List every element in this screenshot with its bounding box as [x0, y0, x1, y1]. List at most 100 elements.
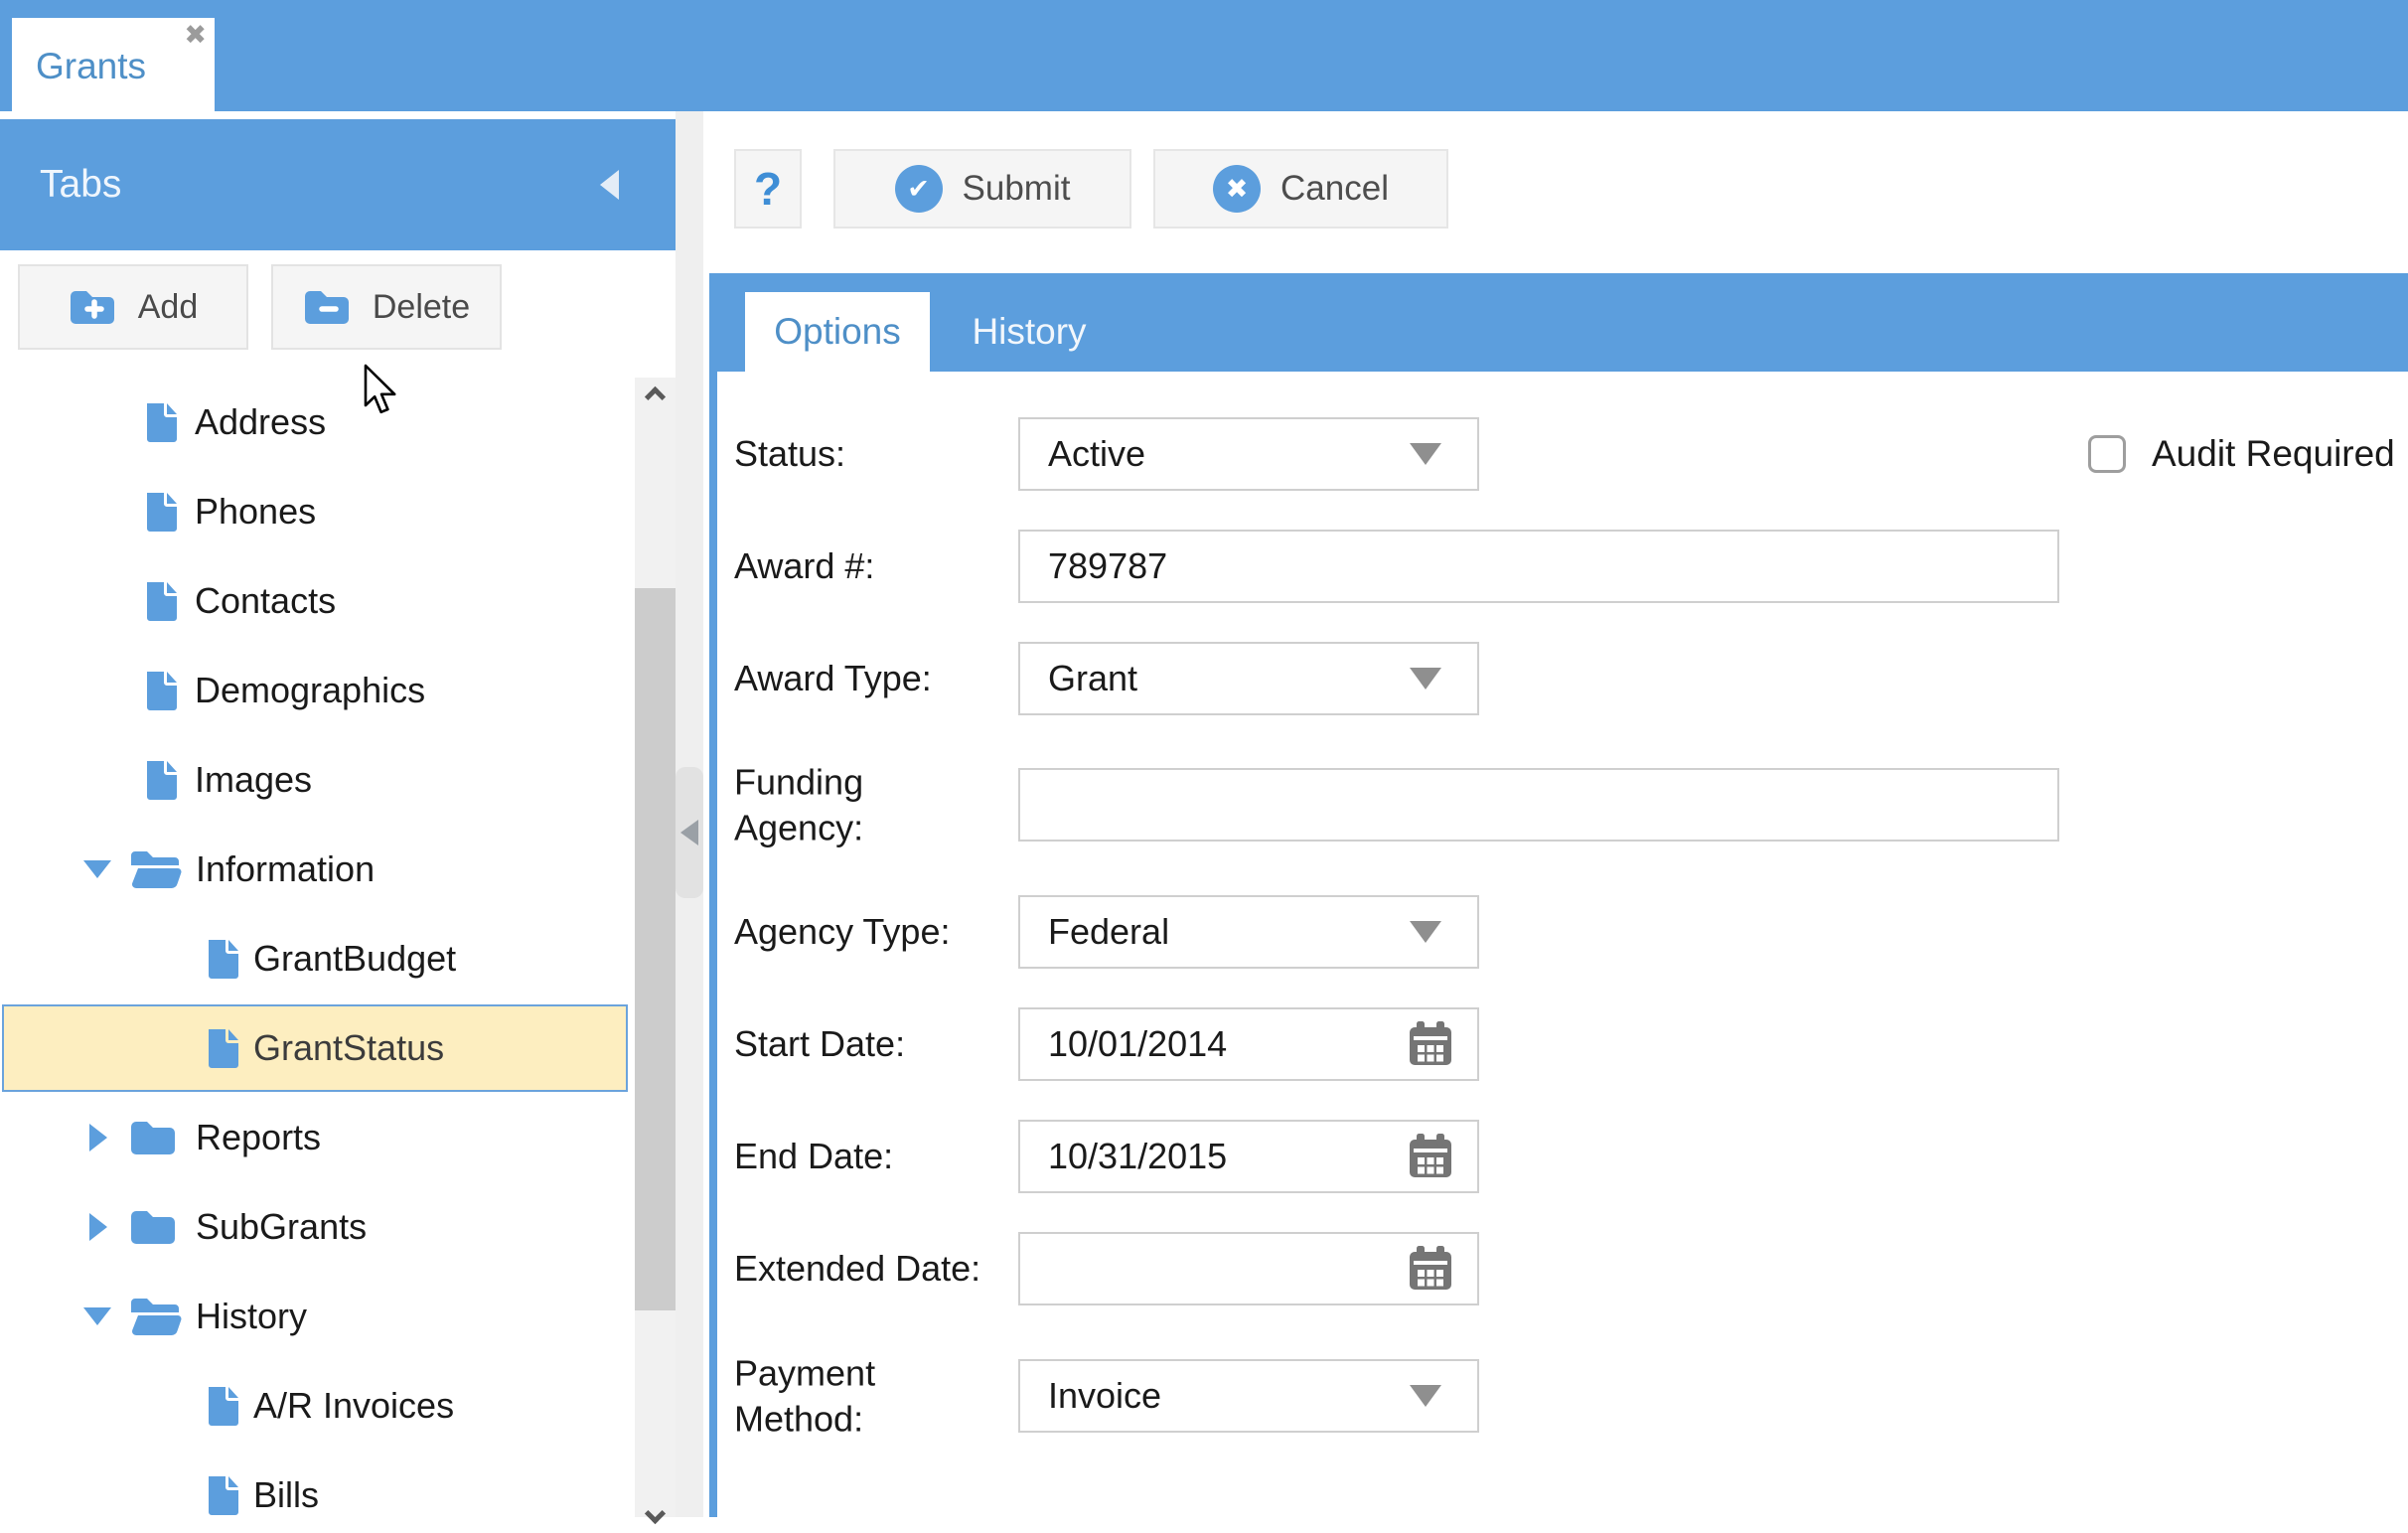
- dropdown-value: Active: [1048, 433, 1146, 474]
- tree-item-history[interactable]: History: [0, 1272, 635, 1361]
- splitter-handle[interactable]: [676, 767, 703, 898]
- tab-options-label: Options: [774, 311, 901, 352]
- tree-item-demographics[interactable]: Demographics: [0, 646, 635, 735]
- check-circle-icon: ✔: [894, 165, 943, 213]
- chevron-down-icon: [1410, 921, 1441, 943]
- tree-item-address[interactable]: Address: [0, 378, 635, 467]
- tree-item-label: History: [196, 1296, 308, 1336]
- document-icon: [209, 940, 238, 979]
- sidebar-title: Tabs: [40, 163, 122, 206]
- document-icon: [147, 403, 177, 442]
- form-row-end-date: End Date: 10/31/2015: [717, 1120, 2408, 1193]
- document-icon: [209, 1387, 238, 1426]
- form-row-award: Award #: 789787: [717, 530, 2408, 603]
- scroll-up-icon[interactable]: [635, 378, 676, 417]
- form-row-start-date: Start Date: 10/01/2014: [717, 1007, 2408, 1081]
- tree-item-phones[interactable]: Phones: [0, 467, 635, 556]
- field-label: Payment Method:: [734, 1352, 876, 1439]
- form-row-award-type: Award Type: Grant: [717, 642, 2408, 715]
- tree-item-grantbudget[interactable]: GrantBudget: [0, 914, 635, 1003]
- form-area: Audit Required Status: Active Award #: 7897…: [717, 372, 2408, 1517]
- submit-button[interactable]: ✔ Submit: [833, 149, 1131, 229]
- tree-item-bills[interactable]: Bills: [0, 1451, 635, 1517]
- delete-button-label: Delete: [372, 287, 471, 326]
- folder-icon: [131, 1122, 175, 1154]
- folder-minus-icon: [304, 291, 349, 324]
- agency-type-dropdown[interactable]: Federal: [1018, 895, 1479, 969]
- main-tab-bar: Options History: [717, 273, 2408, 372]
- start-date-input[interactable]: 10/01/2014: [1018, 1007, 1479, 1081]
- tree-item-label: SubGrants: [196, 1206, 368, 1247]
- add-button[interactable]: Add: [18, 264, 248, 350]
- window-tab-title: Grants: [36, 46, 147, 86]
- tab-options[interactable]: Options: [745, 292, 930, 372]
- extended-date-input[interactable]: [1018, 1232, 1479, 1305]
- dropdown-value: Invoice: [1048, 1375, 1162, 1416]
- expand-arrow-icon[interactable]: [89, 1124, 107, 1151]
- expand-arrow-icon[interactable]: [89, 1213, 107, 1241]
- tab-history[interactable]: History: [930, 292, 1129, 372]
- help-button[interactable]: ?: [734, 149, 802, 229]
- sidebar-scrollbar[interactable]: [635, 378, 676, 1525]
- cancel-button[interactable]: ✖ Cancel: [1153, 149, 1448, 229]
- chevron-down-icon: [1410, 1385, 1441, 1407]
- document-icon: [147, 582, 177, 621]
- scrollbar-thumb[interactable]: [635, 588, 676, 1310]
- dropdown-value: Federal: [1048, 911, 1170, 952]
- window-tab-grants[interactable]: Grants ✖: [12, 18, 215, 111]
- close-icon[interactable]: ✖: [184, 20, 207, 51]
- tree-item-a-r-invoices[interactable]: A/R Invoices: [0, 1361, 635, 1451]
- folder-plus-icon: [70, 291, 114, 324]
- help-icon: ?: [753, 163, 783, 215]
- tree-item-subgrants[interactable]: SubGrants: [0, 1182, 635, 1272]
- tree-item-label: Images: [195, 759, 313, 800]
- award-input[interactable]: 789787: [1018, 530, 2059, 603]
- main-panel: Options History Audit Required Status: Ac…: [709, 273, 2408, 1517]
- chevron-left-icon: [680, 820, 698, 845]
- tree-item-label: Reports: [196, 1117, 322, 1157]
- document-icon: [209, 1476, 238, 1515]
- award-type-dropdown[interactable]: Grant: [1018, 642, 1479, 715]
- cancel-button-label: Cancel: [1280, 169, 1389, 208]
- document-icon: [147, 493, 177, 532]
- field-label: Status:: [734, 433, 846, 475]
- form-row-extended-date: Extended Date:: [717, 1232, 2408, 1305]
- x-circle-icon: ✖: [1213, 165, 1262, 213]
- document-icon: [209, 1029, 238, 1068]
- collapse-arrow-icon[interactable]: [83, 860, 111, 878]
- chevron-down-icon: [1410, 443, 1441, 465]
- tree-item-grantstatus[interactable]: GrantStatus: [0, 1003, 635, 1093]
- field-label: Agency Type:: [734, 911, 951, 953]
- status-dropdown[interactable]: Active: [1018, 417, 1479, 491]
- panel-collapse-icon[interactable]: [600, 170, 619, 200]
- sidebar-header: Tabs: [0, 119, 676, 250]
- sidebar: Tabs Add Delete Address Phones Contacts Dem…: [0, 111, 676, 1525]
- calendar-icon: [1410, 1021, 1451, 1065]
- date-value: 10/01/2014: [1048, 1023, 1228, 1064]
- tree-item-label: Demographics: [195, 670, 426, 710]
- tree-item-images[interactable]: Images: [0, 735, 635, 825]
- tree-item-contacts[interactable]: Contacts: [0, 556, 635, 646]
- date-value: 10/31/2015: [1048, 1136, 1228, 1176]
- form-row-status: Status: Active: [717, 417, 2408, 491]
- folder-icon: [131, 1211, 175, 1244]
- tree-item-label: Bills: [253, 1474, 320, 1515]
- folder-open-icon: [131, 1299, 182, 1335]
- tab-history-label: History: [972, 311, 1087, 352]
- tree-item-reports[interactable]: Reports: [0, 1093, 635, 1182]
- mouse-cursor: [364, 364, 396, 414]
- form-row-funding-agency: Funding Agency:: [717, 761, 2408, 847]
- scroll-down-icon[interactable]: [635, 1493, 676, 1533]
- field-label: Award Type:: [734, 658, 932, 699]
- end-date-input[interactable]: 10/31/2015: [1018, 1120, 1479, 1193]
- collapse-arrow-icon[interactable]: [83, 1307, 111, 1325]
- delete-button[interactable]: Delete: [271, 264, 502, 350]
- field-label: Start Date:: [734, 1023, 906, 1065]
- tree-item-label: Contacts: [195, 580, 337, 621]
- tree-item-label: Phones: [195, 491, 317, 532]
- funding-agency-input[interactable]: [1018, 768, 2059, 842]
- payment-method-dropdown[interactable]: Invoice: [1018, 1359, 1479, 1433]
- field-label: Award #:: [734, 545, 875, 587]
- calendar-icon: [1410, 1134, 1451, 1177]
- tree-item-information[interactable]: Information: [0, 825, 635, 914]
